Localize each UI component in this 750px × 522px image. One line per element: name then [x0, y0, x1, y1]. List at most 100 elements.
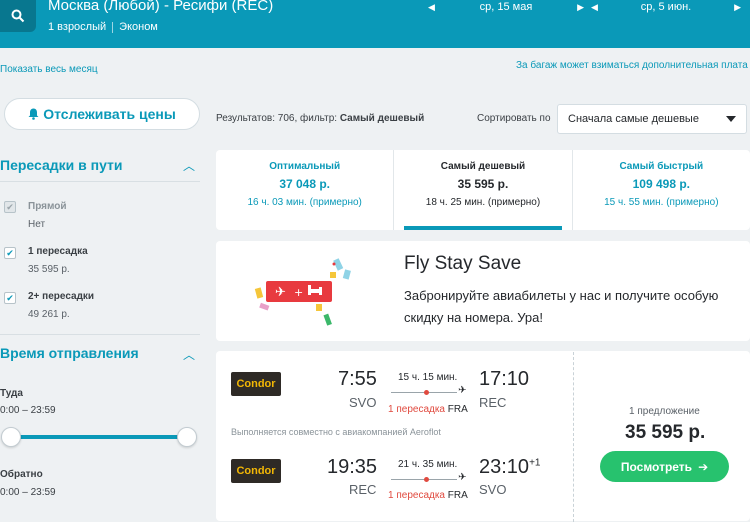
stops-option-direct[interactable]: ✔: [4, 201, 16, 213]
route-field[interactable]: Москва (Любой) - Ресифи (REC): [48, 0, 273, 14]
results-summary: Результатов: 706, фильтр: Самый дешевый: [216, 113, 424, 124]
tab-duration: 18 ч. 25 мин. (примерно): [425, 197, 541, 208]
next-date-icon[interactable]: ▶: [734, 2, 741, 13]
sort-value: Сначала самые дешевые: [568, 113, 699, 125]
tab-fastest[interactable]: Самый быстрый 109 498 р. 15 ч. 55 мин. (…: [571, 150, 750, 230]
next-date-icon[interactable]: ▶: [577, 2, 584, 13]
tab-optimal[interactable]: Оптимальный 37 048 р. 16 ч. 03 мин. (при…: [216, 150, 393, 230]
outbound-label: Туда: [0, 388, 23, 399]
option-label: 2+ пересадки: [28, 291, 95, 302]
tab-cheapest[interactable]: Самый дешевый 35 595 р. 18 ч. 25 мин. (п…: [393, 150, 571, 230]
codeshare-note: Выполняется совместно с авиакомпанией Ae…: [231, 427, 441, 437]
view-offer-label: Посмотреть: [620, 459, 693, 474]
stops-count: 1 пересадка: [388, 404, 445, 415]
show-month-link[interactable]: Показать весь месяц: [0, 64, 98, 75]
airline-name: Condor: [236, 378, 276, 390]
bell-icon: [28, 108, 39, 120]
cabin-class: Эконом: [119, 21, 158, 33]
stop-airport: FRA: [447, 404, 468, 415]
inbound-arrival-airport: SVO: [479, 482, 507, 497]
option-label: Прямой: [28, 201, 67, 212]
airline-name: Condor: [236, 465, 276, 477]
outbound-duration: 15 ч. 15 мин.: [398, 372, 458, 383]
stop-dot: [424, 390, 429, 395]
tab-price: 109 498 р.: [632, 177, 690, 191]
slider-handle-start[interactable]: [1, 427, 21, 447]
option-price: Нет: [28, 219, 46, 230]
inbound-duration: 21 ч. 35 мин.: [398, 459, 458, 470]
outbound-departure-time: 7:55: [338, 368, 377, 390]
outbound-range: 0:00 – 23:59: [0, 405, 56, 416]
plane-icon: ✈: [458, 385, 467, 396]
prev-date-icon[interactable]: ◀: [591, 2, 598, 13]
svg-text:✈: ✈: [275, 285, 286, 300]
option-price: 35 595 р.: [28, 264, 70, 275]
arrow-right-icon: ➔: [698, 459, 709, 474]
svg-text:+: +: [294, 286, 303, 299]
divider: [0, 181, 200, 182]
results-count: Результатов: 706, фильтр:: [216, 113, 340, 124]
passengers-cabin-field[interactable]: 1 взрослый Эконом: [48, 21, 158, 33]
stops-option-two-plus[interactable]: ✔: [4, 292, 16, 304]
tab-duration: 16 ч. 03 мин. (примерно): [247, 197, 362, 208]
return-label: Обратно: [0, 469, 43, 480]
checkbox-two-plus-stops[interactable]: ✔: [4, 292, 16, 304]
inbound-arrival-time: 23:10+1: [479, 456, 540, 479]
arrival-time-value: 23:10: [479, 456, 530, 478]
baggage-fee-link[interactable]: За багаж может взиматься дополнительная …: [516, 60, 748, 71]
outbound-stops: 1 пересадка FRA: [388, 404, 468, 415]
return-range: 0:00 – 23:59: [0, 487, 56, 498]
airline-logo: Condor: [231, 372, 281, 396]
option-price: 49 261 р.: [28, 309, 70, 320]
divider: [0, 334, 200, 335]
tab-duration: 15 ч. 55 мин. (примерно): [604, 197, 719, 208]
offers-count: 1 предложение: [629, 406, 700, 417]
tab-title: Оптимальный: [269, 161, 341, 172]
search-icon: [11, 9, 25, 23]
airline-logo: Condor: [231, 459, 281, 483]
outbound-arrival-time: 17:10: [479, 368, 530, 390]
flight-hotel-illustration: ✈ +: [254, 258, 351, 326]
result-tabs: Оптимальный 37 048 р. 16 ч. 03 мин. (при…: [216, 150, 750, 230]
tab-price: 35 595 р.: [457, 177, 509, 191]
tab-price: 37 048 р.: [279, 177, 331, 191]
tab-title: Самый быстрый: [619, 161, 704, 172]
promo-text: Забронируйте авиабилеты у нас и получите…: [404, 288, 719, 325]
stop-airport: FRA: [447, 490, 468, 501]
outbound-arrival-airport: REC: [479, 395, 507, 410]
inbound-departure-airport: REC: [349, 482, 377, 497]
option-label: 1 пересадка: [28, 246, 88, 257]
track-prices-button[interactable]: Отслеживать цены: [4, 98, 200, 130]
ticket-divider: [573, 352, 574, 522]
depart-date: ср, 15 мая: [479, 1, 533, 13]
outbound-time-slider[interactable]: [8, 435, 186, 439]
passengers-count: 1 взрослый: [48, 21, 107, 33]
search-button[interactable]: [0, 0, 36, 32]
stops-filter-title: Пересадки в пути: [0, 157, 123, 173]
day-offset: +1: [529, 457, 541, 469]
tab-title: Самый дешевый: [440, 161, 526, 172]
checkbox-direct[interactable]: ✔: [4, 201, 16, 213]
checkbox-one-stop[interactable]: ✔: [4, 247, 16, 259]
stops-option-one[interactable]: ✔: [4, 247, 16, 259]
track-prices-label: Отслеживать цены: [43, 106, 176, 122]
departure-time-title: Время отправления: [0, 345, 139, 361]
plane-icon: ✈: [458, 472, 467, 483]
sort-label: Сортировать по: [477, 113, 551, 124]
view-offer-button[interactable]: Посмотреть ➔: [600, 451, 729, 482]
dropdown-arrow-icon: [726, 116, 736, 122]
ticket-price: 35 595 р.: [625, 422, 706, 443]
sort-select[interactable]: Сначала самые дешевые: [557, 104, 747, 134]
prev-date-icon[interactable]: ◀: [428, 2, 435, 13]
inbound-stops: 1 пересадка FRA: [388, 490, 468, 501]
promo-title: Fly Stay Save: [404, 253, 522, 274]
collapse-departure-icon[interactable]: ︿: [183, 346, 195, 363]
outbound-departure-airport: SVO: [349, 395, 377, 410]
depart-date-field[interactable]: ◀ ср, 15 мая ▶: [428, 0, 584, 14]
slider-handle-end[interactable]: [177, 427, 197, 447]
collapse-stops-icon[interactable]: ︿: [183, 157, 195, 174]
active-filter: Самый дешевый: [339, 113, 425, 124]
stop-dot: [424, 477, 429, 482]
stops-count: 1 пересадка: [388, 490, 445, 501]
return-date-field[interactable]: ◀ ср, 5 июн. ▶: [591, 0, 741, 14]
